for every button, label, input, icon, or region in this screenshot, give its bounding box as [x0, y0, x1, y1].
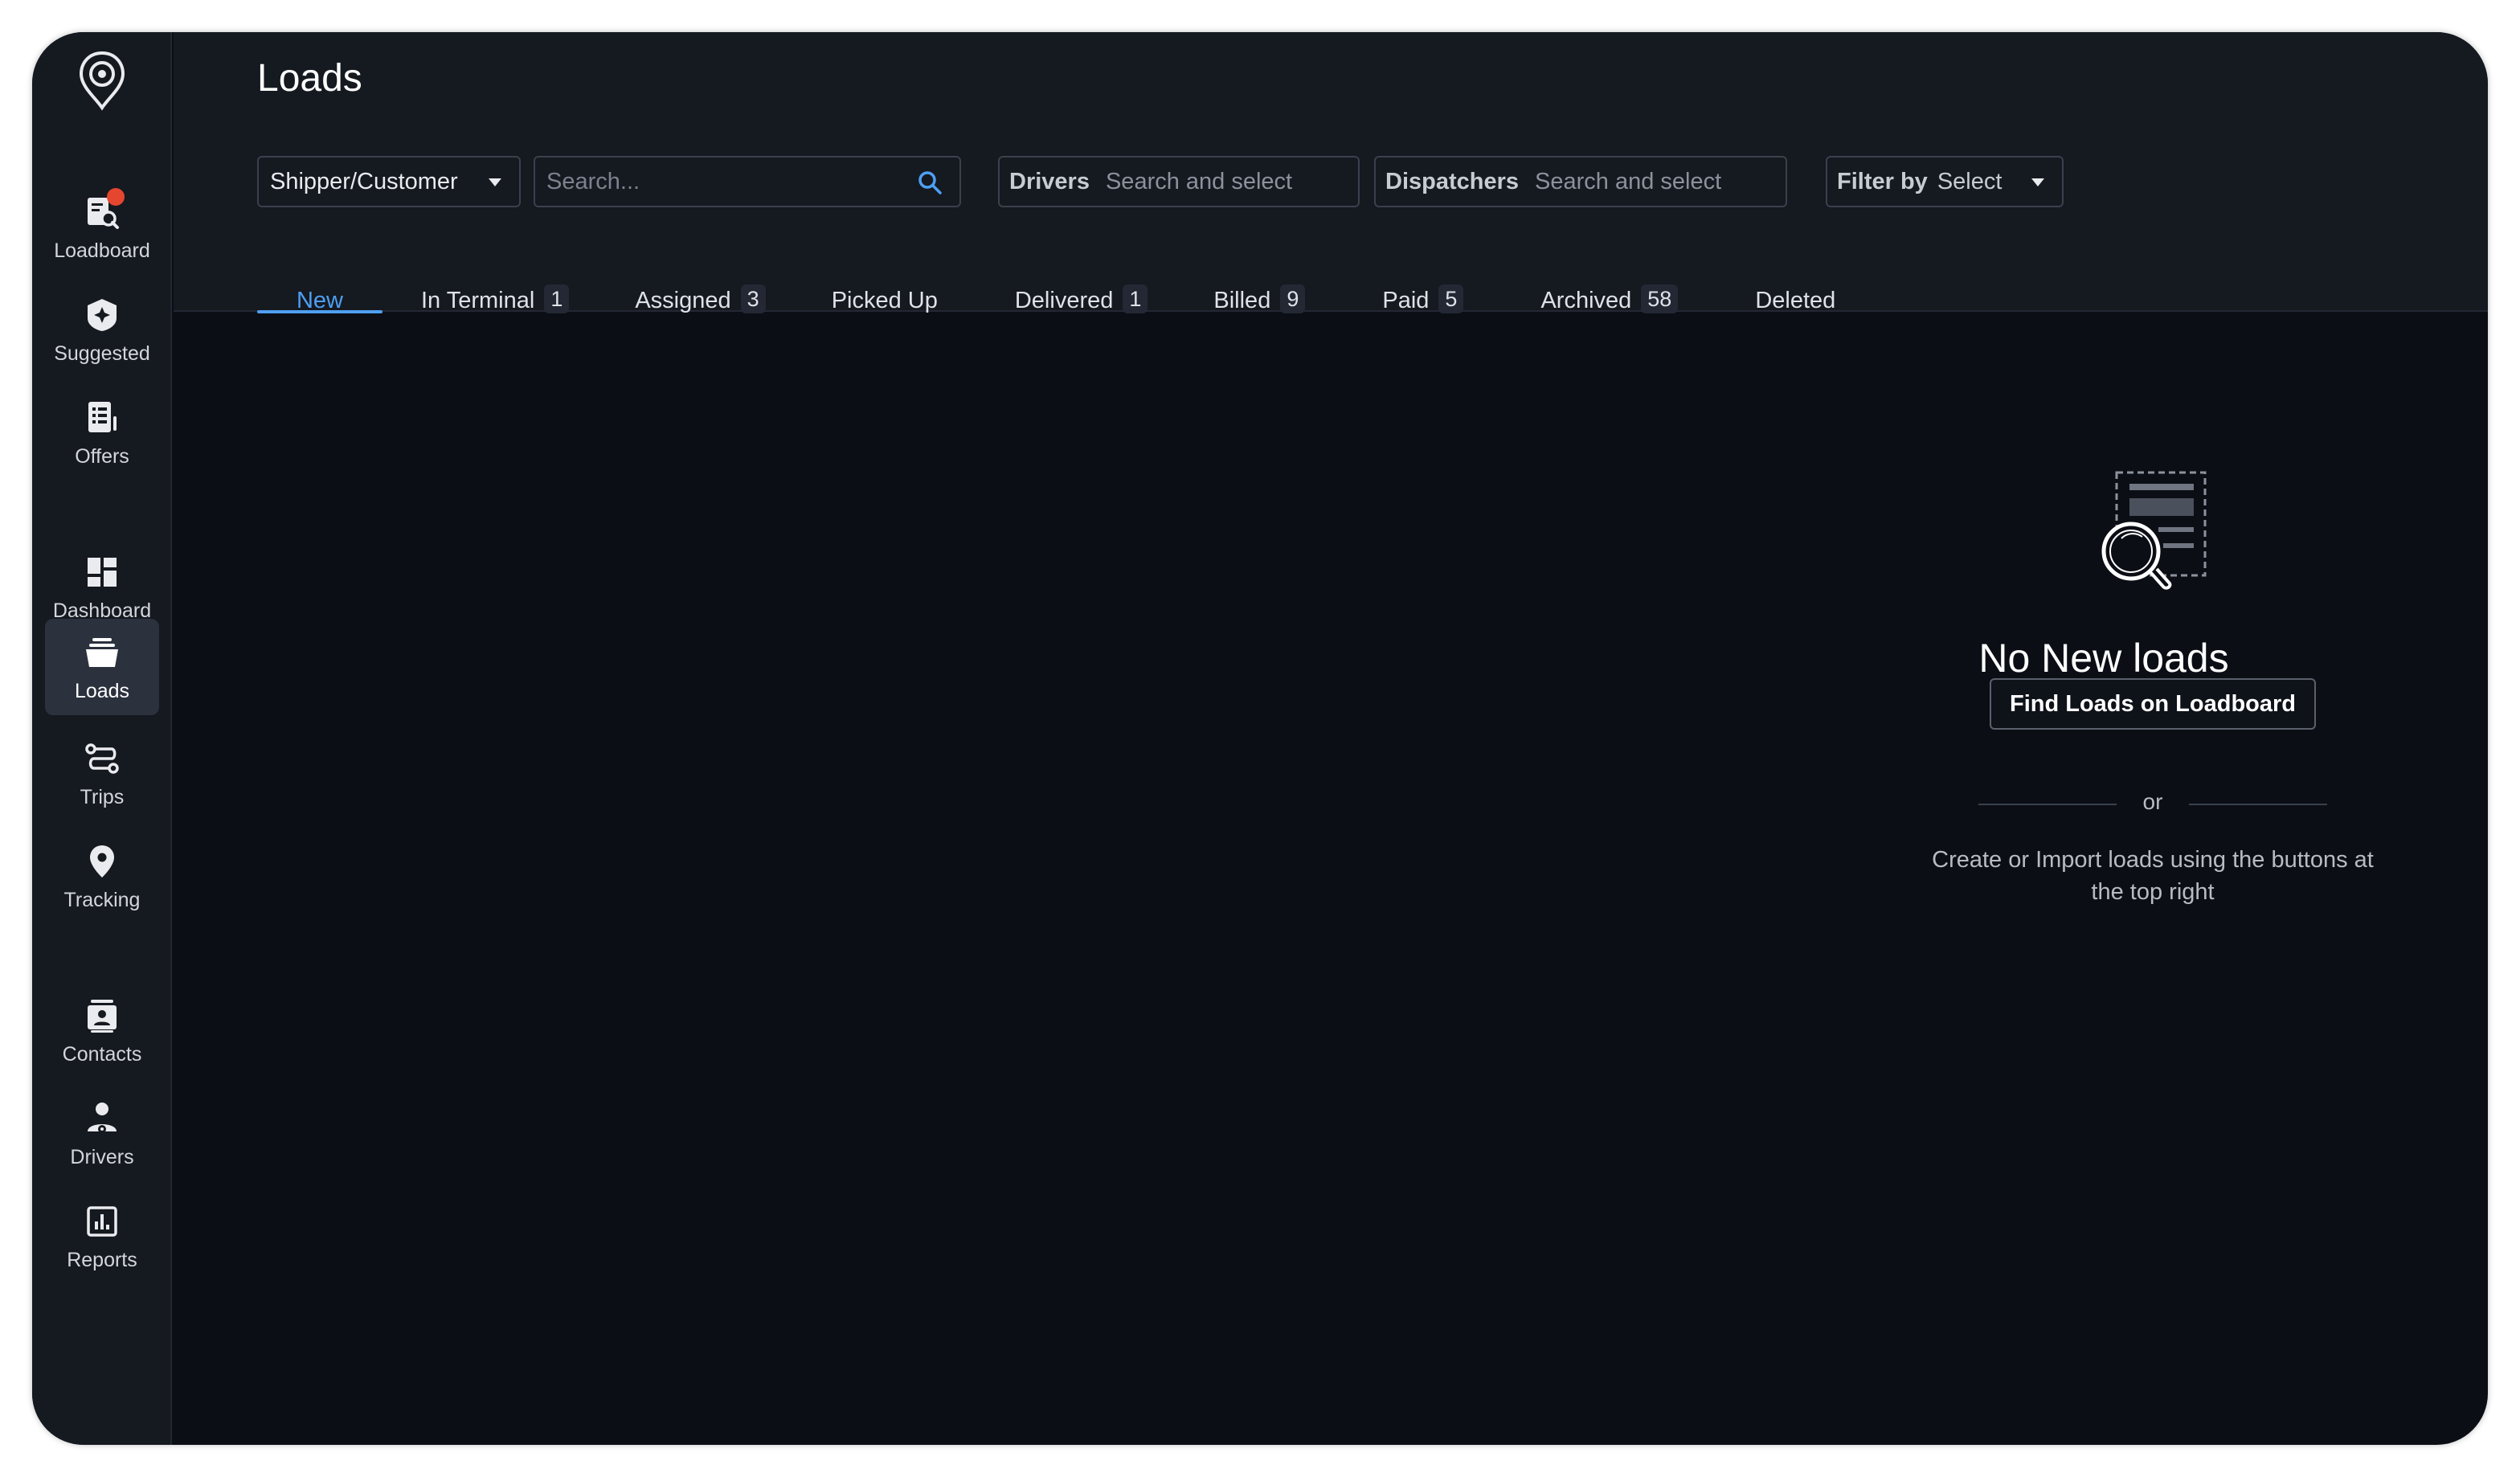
- contacts-card-icon: [83, 996, 121, 1035]
- tab-label: Billed: [1213, 288, 1271, 313]
- shipper-customer-select-value: Shipper/Customer: [270, 168, 458, 194]
- logo-pin-icon[interactable]: [76, 50, 128, 111]
- search-input[interactable]: [546, 168, 900, 195]
- tab-in-terminal[interactable]: In Terminal 1: [421, 270, 570, 313]
- tab-archived[interactable]: Archived 58: [1540, 270, 1679, 313]
- dispatchers-filter-placeholder: Search and select: [1535, 168, 1722, 194]
- sidebar-item-reports[interactable]: Reports: [45, 1188, 159, 1284]
- dispatchers-filter[interactable]: Dispatchers Search and select: [1374, 156, 1787, 207]
- loads-stack-icon: [83, 633, 121, 672]
- tab-count-badge: 9: [1280, 284, 1306, 313]
- tab-count-badge: 1: [1123, 284, 1148, 313]
- filter-by-value: Select: [1937, 168, 2002, 194]
- sidebar-item-label: Suggested: [54, 342, 150, 365]
- filter-by-select[interactable]: Filter by Select: [1826, 156, 2064, 207]
- tab-new[interactable]: New: [257, 270, 382, 313]
- notification-dot: [107, 188, 125, 206]
- caret-down-icon: [489, 178, 501, 186]
- tab-label: Paid: [1382, 288, 1430, 313]
- loads-header: Loads Shipper/Customer Drivers Search an…: [174, 32, 2488, 313]
- tab-label: Deleted: [1755, 288, 1836, 313]
- search-icon[interactable]: [916, 169, 943, 196]
- tab-label: In Terminal: [421, 288, 535, 313]
- reports-chart-icon: [83, 1202, 121, 1241]
- sidebar-item-drivers[interactable]: Drivers: [45, 1085, 159, 1181]
- loadboard-search-icon: [83, 188, 125, 231]
- sidebar-item-label: Drivers: [70, 1146, 134, 1168]
- suggested-sparkle-icon: [83, 296, 121, 334]
- sidebar-item-label: Tracking: [63, 889, 141, 911]
- tab-label: Picked Up: [831, 288, 938, 313]
- search-field[interactable]: [534, 156, 961, 207]
- sidebar-item-label: Loads: [74, 680, 130, 702]
- tab-count-badge: 5: [1438, 284, 1464, 313]
- sidebar-item-loadboard[interactable]: Loadboard: [45, 178, 159, 275]
- app-window: Loadboard Suggested Offers Dashboard Loa…: [32, 32, 2488, 1445]
- sidebar-item-label: Offers: [75, 445, 129, 468]
- filter-by-label: Filter by: [1837, 168, 1928, 194]
- sidebar-item-label: Loadboard: [54, 239, 150, 262]
- sidebar-item-loads[interactable]: Loads: [45, 619, 159, 715]
- drivers-filter-placeholder: Search and select: [1105, 168, 1293, 194]
- tab-count-badge: 1: [544, 284, 570, 313]
- status-tabs: New In Terminal 1 Assigned 3 Picked Up D…: [257, 270, 1836, 313]
- driver-person-icon: [83, 1099, 121, 1138]
- tab-label: New: [296, 288, 343, 313]
- page-title: Loads: [257, 57, 362, 100]
- tab-deleted[interactable]: Deleted: [1755, 270, 1836, 313]
- tab-label: Delivered: [1014, 288, 1114, 313]
- empty-state-description: Create or Import loads using the buttons…: [1932, 847, 2374, 905]
- empty-state-title: No New loads: [1978, 636, 2229, 681]
- sidebar-item-offers[interactable]: Offers: [45, 384, 159, 481]
- sidebar: Loadboard Suggested Offers Dashboard Loa…: [32, 32, 172, 1445]
- sidebar-item-tracking[interactable]: Tracking: [45, 828, 159, 924]
- empty-search-document-icon: [2101, 471, 2207, 590]
- tab-paid[interactable]: Paid 5: [1382, 270, 1464, 313]
- offers-document-icon: [83, 399, 121, 437]
- or-text: or: [2142, 789, 2163, 814]
- divider-line: [2189, 804, 2327, 805]
- tab-picked-up[interactable]: Picked Up: [831, 270, 938, 313]
- drivers-filter-label: Drivers: [1009, 168, 1090, 194]
- dashboard-grid-icon: [83, 553, 121, 591]
- tab-assigned[interactable]: Assigned 3: [635, 270, 766, 313]
- sidebar-item-contacts[interactable]: Contacts: [45, 982, 159, 1078]
- tab-delivered[interactable]: Delivered 1: [1014, 270, 1148, 313]
- drivers-filter[interactable]: Drivers Search and select: [998, 156, 1360, 207]
- tab-count-badge: 58: [1641, 284, 1679, 313]
- sidebar-item-label: Contacts: [62, 1043, 142, 1066]
- trips-route-icon: [83, 739, 121, 778]
- dispatchers-filter-label: Dispatchers: [1385, 168, 1520, 194]
- tracking-pin-icon: [83, 842, 121, 881]
- tab-count-badge: 3: [740, 284, 766, 313]
- sidebar-item-label: Trips: [80, 786, 125, 808]
- sidebar-item-trips[interactable]: Trips: [45, 725, 159, 821]
- caret-down-icon: [2031, 178, 2044, 186]
- sidebar-item-label: Reports: [67, 1249, 137, 1271]
- tab-label: Archived: [1540, 288, 1632, 313]
- tab-billed[interactable]: Billed 9: [1213, 270, 1306, 313]
- or-divider: or: [1978, 788, 2327, 820]
- tab-label: Assigned: [635, 288, 731, 313]
- sidebar-item-suggested[interactable]: Suggested: [45, 281, 159, 378]
- find-loads-button[interactable]: Find Loads on Loadboard: [1990, 678, 2316, 730]
- shipper-customer-select[interactable]: Shipper/Customer: [257, 156, 521, 207]
